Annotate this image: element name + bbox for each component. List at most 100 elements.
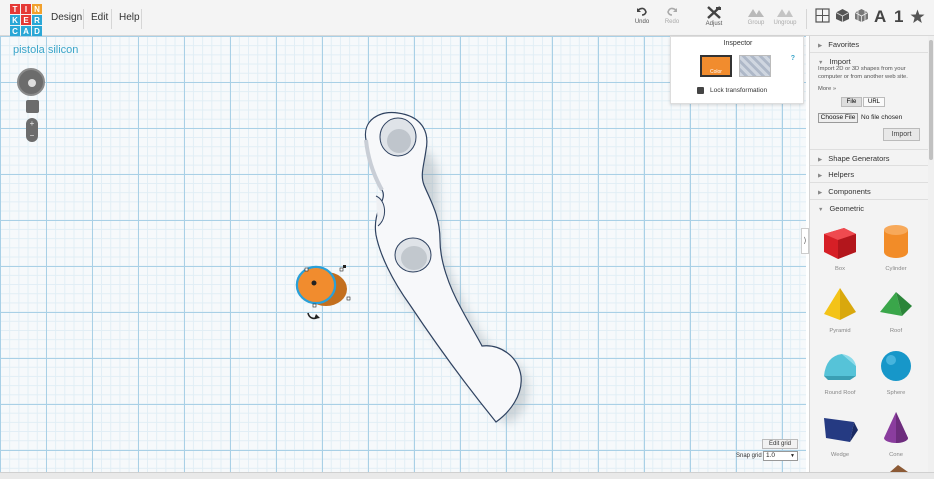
group-label: Group — [747, 20, 765, 26]
next-shape-peek — [890, 465, 908, 472]
cylinder-icon — [884, 225, 908, 258]
redo-label: Redo — [664, 19, 680, 25]
menu-design[interactable]: Design — [51, 12, 82, 23]
undo-button[interactable]: Undo — [627, 6, 657, 25]
inspector-title: Inspector — [723, 40, 753, 47]
shape-label: Sphere — [886, 390, 906, 396]
chevron-down-icon: ▼ — [790, 453, 795, 459]
redo-button[interactable]: Redo — [657, 6, 687, 25]
color-button[interactable]: Color — [700, 55, 732, 77]
solid-cube-view-icon[interactable] — [835, 8, 850, 23]
shape-label: Roof — [889, 328, 903, 334]
number-view-button[interactable]: 1 — [894, 7, 903, 27]
workplane-view-icon[interactable] — [815, 8, 830, 23]
shape-round-roof[interactable]: Round Roof — [812, 346, 868, 400]
menu-divider — [83, 9, 84, 29]
zoom-control[interactable]: + − — [26, 118, 38, 142]
section-favorites[interactable]: ▶ Favorites — [810, 36, 929, 53]
section-helpers-label: Helpers — [828, 170, 855, 179]
shape-label: Round Roof — [824, 390, 856, 396]
group-button[interactable]: Group — [741, 6, 771, 26]
home-view-icon — [28, 79, 36, 87]
roof-icon — [880, 292, 912, 316]
lock-transformation-label[interactable]: Lock transformation — [710, 87, 767, 94]
shape-label: Wedge — [830, 452, 850, 458]
adjust-label: Adjust — [705, 21, 723, 27]
ungroup-button[interactable]: Ungroup — [770, 6, 800, 26]
section-components[interactable]: ▶ Components — [810, 183, 929, 200]
shape-label: Pyramid — [829, 328, 851, 334]
menu-help[interactable]: Help — [119, 12, 140, 23]
box-icon — [824, 228, 856, 259]
shape-cone[interactable]: Cone — [868, 408, 924, 462]
edit-grid-button[interactable]: Edit grid — [762, 439, 798, 449]
import-more-link[interactable]: More » — [818, 86, 836, 92]
section-shape-generators[interactable]: ▶ Shape Generators — [810, 149, 929, 166]
logo-letter: D — [32, 26, 42, 36]
section-favorites-label: Favorites — [828, 40, 860, 49]
star-icon[interactable] — [910, 9, 925, 24]
snap-grid-select[interactable]: 1.0 ▼ — [763, 451, 798, 461]
design-title[interactable]: pistola silicon — [13, 44, 78, 56]
chevron-right-icon: ▶ — [818, 173, 823, 179]
scrollbar-thumb[interactable] — [929, 40, 933, 160]
logo-letter: C — [10, 26, 20, 36]
snap-grid-label: Snap grid — [736, 453, 762, 459]
selected-cylinder[interactable] — [295, 265, 351, 320]
section-components-label: Components — [828, 187, 871, 196]
choose-file-button[interactable]: Choose File — [818, 113, 858, 123]
hole-button[interactable] — [739, 55, 771, 77]
adjust-button[interactable]: Adjust — [699, 6, 729, 27]
logo-letter: T — [10, 4, 20, 14]
orbit-control[interactable] — [17, 68, 45, 96]
ungroup-icon — [777, 9, 793, 17]
section-helpers[interactable]: ▶ Helpers — [810, 166, 929, 183]
menu-divider — [141, 9, 142, 29]
section-shape-generators-label: Shape Generators — [828, 154, 890, 163]
group-icon — [748, 9, 764, 17]
shape-label: Cone — [889, 452, 903, 458]
shape-wedge[interactable]: Wedge — [812, 408, 868, 462]
trigger-part[interactable] — [364, 111, 522, 423]
window-bottom-edge — [0, 472, 934, 479]
undo-label: Undo — [634, 19, 650, 25]
logo-letter: A — [21, 26, 31, 36]
logo-letter: N — [32, 4, 42, 14]
tinkercad-logo[interactable]: TIN KER CAD — [10, 4, 42, 36]
chevron-right-icon: ▶ — [818, 190, 823, 196]
tinkercad-app: TINKERCAD Design Edit Help Undo Redo Adj… — [0, 0, 934, 479]
section-geometric[interactable]: ▼ Geometric — [810, 200, 929, 217]
inspector-help-icon[interactable]: ? — [791, 55, 795, 62]
pyramid-icon — [824, 288, 856, 320]
sidebar: ▶ Favorites ▼ Import Import 2D or 3D shape… — [809, 36, 929, 472]
top-bar: TINKERCAD Design Edit Help Undo Redo Adj… — [0, 0, 934, 36]
redo-icon — [667, 7, 677, 16]
shape-sphere[interactable]: Sphere — [868, 346, 924, 400]
import-tab-file[interactable]: File — [841, 97, 862, 107]
logo-letter: R — [32, 15, 42, 25]
collapse-sidebar-button[interactable]: ⟩ — [801, 228, 809, 254]
cone-icon — [884, 412, 908, 443]
text-view-button[interactable]: A — [874, 7, 886, 27]
import-tab-url[interactable]: URL — [863, 97, 885, 107]
chevron-right-icon: ▶ — [818, 43, 823, 49]
shape-roof[interactable]: Roof — [868, 284, 924, 338]
menu-divider — [111, 9, 112, 29]
shape-label: Cylinder — [885, 266, 907, 272]
shape-cylinder[interactable]: Cylinder — [868, 222, 924, 276]
lock-icon[interactable] — [697, 87, 704, 94]
wireframe-view-icon[interactable] — [854, 8, 869, 23]
logo-letter: I — [21, 4, 31, 14]
menu-edit[interactable]: Edit — [91, 12, 108, 23]
import-description: Import 2D or 3D shapes from your compute… — [818, 66, 908, 80]
sidebar-scrollbar[interactable] — [928, 36, 934, 472]
shape-pyramid[interactable]: Pyramid — [812, 284, 868, 338]
snap-grid-value: 1.0 — [766, 452, 776, 459]
chevron-right-icon: ▶ — [818, 157, 823, 163]
import-button[interactable]: Import — [883, 128, 920, 141]
inspector-panel: Inspector ? Color Lock transformation — [670, 36, 804, 104]
section-geometric-label: Geometric — [829, 204, 865, 213]
fit-view-button[interactable] — [26, 100, 39, 113]
shape-box[interactable]: Box — [812, 222, 868, 276]
sphere-icon — [881, 351, 911, 381]
